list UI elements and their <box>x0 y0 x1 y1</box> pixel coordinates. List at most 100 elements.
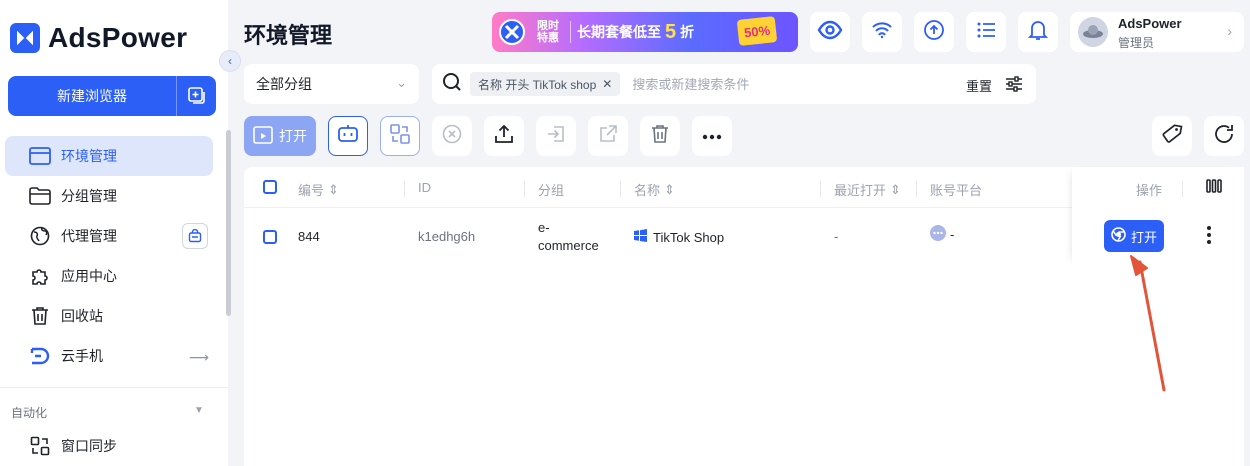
proxy-shop-icon[interactable] <box>182 223 208 249</box>
reset-button[interactable]: 重置 <box>966 76 992 95</box>
cell-group-line2: commerce <box>538 238 599 253</box>
select-all-checkbox[interactable] <box>263 180 277 194</box>
window-sync-icon <box>389 123 411 150</box>
sidebar-item-label: 回收站 <box>61 308 103 324</box>
folder-icon <box>29 185 51 207</box>
move-in-icon <box>546 124 566 149</box>
sidebar-item-cloud-phone[interactable]: 云手机 ⟶ <box>5 336 213 376</box>
user-role: 管理员 <box>1118 36 1155 50</box>
automation-section-label: 自动化 <box>11 406 48 420</box>
promo-tag: 限时 特惠 <box>532 20 564 44</box>
cell-last-open: - <box>834 229 839 244</box>
promo-suffix: 折 <box>680 24 695 40</box>
user-name: AdsPower <box>1118 16 1182 31</box>
sidebar-item-label: 应用中心 <box>61 268 117 284</box>
sidebar-item-recycle-bin[interactable]: 回收站 <box>5 296 213 336</box>
open-selected-button[interactable]: 打开 <box>244 116 316 156</box>
column-separator <box>524 181 525 197</box>
window-sync-button[interactable] <box>380 116 420 156</box>
column-label: 账号平台 <box>930 183 983 198</box>
sidebar-item-window-sync[interactable]: 窗口同步 <box>5 426 213 466</box>
column-label: 编号 <box>298 183 325 198</box>
windows-icon <box>634 229 647 245</box>
sidebar-item-label: 云手机 <box>61 348 103 364</box>
caret-down-icon[interactable]: ▼ <box>194 405 204 416</box>
tags-button[interactable] <box>1152 116 1192 156</box>
cell-name: TikTok Shop <box>634 229 724 245</box>
more-horizontal-icon <box>702 127 722 145</box>
task-list-button[interactable] <box>966 12 1006 52</box>
delete-button[interactable] <box>640 116 680 156</box>
sidebar-item-app-center[interactable]: 应用中心 <box>5 256 213 296</box>
promo-badge: 50% <box>736 16 778 46</box>
network-button[interactable] <box>862 12 902 52</box>
page-title: 环境管理 <box>244 23 333 48</box>
new-browser-button[interactable]: 新建浏览器 <box>8 76 216 116</box>
adspower-logo-icon <box>10 23 40 53</box>
group-select[interactable]: 全部分组 ⌄ <box>244 64 419 104</box>
promo-banner[interactable]: 限时 特惠 长期套餐低至 5 折 50% <box>492 12 798 52</box>
user-menu[interactable]: AdsPower 管理员 › <box>1070 12 1244 52</box>
chrome-icon <box>1111 227 1126 245</box>
open-profile-button[interactable]: 打开 <box>1104 220 1164 252</box>
globe-icon <box>29 225 51 247</box>
search-input[interactable] <box>632 76 933 92</box>
close-icon[interactable]: ✕ <box>602 77 612 91</box>
batch-add-icon[interactable] <box>176 76 216 116</box>
column-label: ID <box>418 180 431 195</box>
app-name: AdsPower <box>48 22 188 53</box>
search-filter-chip[interactable]: 名称 开头 TikTok shop ✕ <box>470 72 621 96</box>
sidebar-item-label: 代理管理 <box>61 228 117 244</box>
sidebar-item-proxy[interactable]: 代理管理 <box>5 216 213 256</box>
open-selected-label: 打开 <box>279 128 307 144</box>
profile-name: TikTok Shop <box>653 229 725 245</box>
move-to-group-button[interactable] <box>536 116 576 156</box>
more-vertical-icon[interactable] <box>1206 225 1212 250</box>
notifications-button[interactable] <box>1018 12 1058 52</box>
sidebar-item-groups[interactable]: 分组管理 <box>5 176 213 216</box>
promo-tag-top: 限时 <box>537 20 559 32</box>
window-icon <box>29 145 51 167</box>
column-header-name[interactable]: 名称 ⇕ <box>620 180 675 199</box>
filter-settings-icon[interactable] <box>1005 75 1023 98</box>
row-checkbox[interactable] <box>263 230 277 244</box>
group-select-value: 全部分组 <box>256 76 312 92</box>
eye-button[interactable] <box>810 12 850 52</box>
update-button[interactable] <box>914 12 954 52</box>
column-separator <box>404 181 405 197</box>
bell-icon <box>1027 19 1049 46</box>
search-icon <box>442 72 462 97</box>
column-label: 最近打开 <box>834 183 887 198</box>
refresh-button[interactable] <box>1204 116 1244 156</box>
promo-tag-bottom: 特惠 <box>537 32 559 44</box>
column-settings-icon[interactable] <box>1206 179 1222 198</box>
promo-number: 5 <box>665 20 677 43</box>
sidebar: AdsPower 新建浏览器 环境管理 分组管理 代理管理 应用中心 回收站 云… <box>0 0 231 466</box>
sidebar-scrollbar[interactable] <box>226 130 231 316</box>
share-button[interactable] <box>588 116 628 156</box>
sidebar-nav: 环境管理 分组管理 代理管理 应用中心 回收站 云手机 ⟶ <box>0 136 228 376</box>
close-circle-icon <box>442 124 462 149</box>
column-header-last-open[interactable]: 最近打开 ⇕ <box>820 180 901 199</box>
collapse-sidebar-button[interactable]: ‹ <box>219 50 241 72</box>
cell-id[interactable]: k1edhg6h <box>418 229 475 244</box>
sort-icon: ⇕ <box>890 181 901 197</box>
puzzle-icon <box>29 265 51 287</box>
sidebar-item-label: 环境管理 <box>61 148 117 164</box>
close-browser-button[interactable] <box>432 116 472 156</box>
more-actions-button[interactable] <box>692 116 732 156</box>
upload-button[interactable] <box>484 116 524 156</box>
sidebar-item-environment[interactable]: 环境管理 <box>5 136 213 176</box>
platform-more-icon <box>930 225 946 244</box>
app-logo[interactable]: AdsPower <box>10 22 187 54</box>
refresh-icon <box>1213 123 1235 150</box>
column-header-serial[interactable]: 编号 ⇕ <box>298 180 339 199</box>
window-sync-icon <box>29 435 51 457</box>
promo-text: 长期套餐低至 <box>577 24 661 40</box>
trash-icon <box>29 305 51 327</box>
rpa-button[interactable] <box>328 116 368 156</box>
sidebar-item-label: 窗口同步 <box>61 438 117 454</box>
chevron-right-icon: › <box>1227 23 1232 39</box>
search-box[interactable]: 名称 开头 TikTok shop ✕ 重置 <box>432 64 1036 104</box>
platform-value: - <box>950 227 955 242</box>
